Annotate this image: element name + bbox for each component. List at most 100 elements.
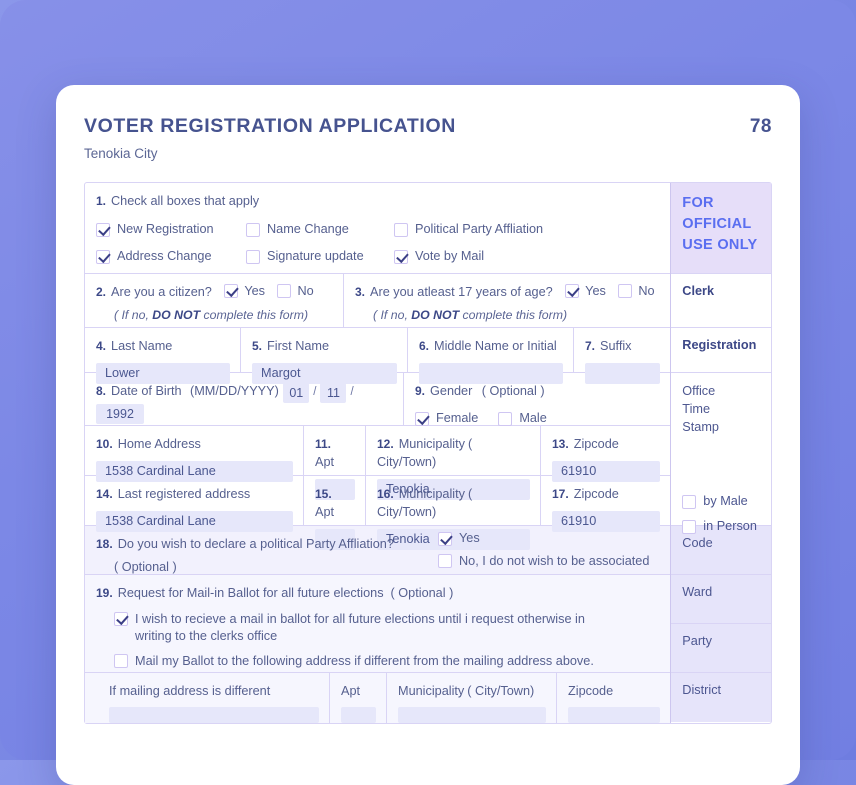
name-fields-row: 4. Last Name Lower 5. First Name Margot 6.… [85,328,671,384]
official-party-field[interactable]: Party [671,624,771,673]
mailing-apt-cell: Apt [329,673,386,723]
last-registered-address-row: 14. Last registered address 1538 Cardinal… [85,476,671,550]
checkbox-label: Vote by Mail [415,248,485,263]
question-6-cell: 6. Middle Name or Initial [407,328,573,384]
form-subtitle: Tenokia City [84,146,158,161]
mailing-address-input[interactable] [109,707,319,723]
checkbox-name-change[interactable]: Name Change [246,222,394,238]
mailing-apt-input[interactable] [341,707,376,723]
checkbox-icon[interactable] [96,222,110,237]
question-18-options: Yes No, I do not wish to be associated [427,526,670,574]
question-19-options: I wish to recieve a mail in ballot for a… [96,611,660,669]
registration-form-table: 1. Check all boxes that apply New Registr… [84,182,772,724]
question-16-label: Municipality [398,487,465,501]
question-2-yes[interactable]: Yes [224,284,265,298]
question-1-number: 1. [96,194,107,208]
question-18-row: 18. Do you wish to declare a political Pa… [85,526,671,576]
question-19-number: 19. [96,586,113,600]
checkbox-mail-ballot-other-address[interactable]: Mail my Ballot to the following address … [114,653,660,670]
checkbox-by-mail[interactable]: by Male [682,494,760,510]
checkbox-label: Signature update [267,248,364,263]
checkbox-in-person[interactable]: in Person [682,519,760,535]
question-8-number: 8. [96,384,107,398]
mailing-municipality-label: Municipality [398,684,465,698]
mailing-municipality-input[interactable] [398,707,546,723]
checkbox-label: Mail my Ballot to the following address … [135,653,594,668]
checkbox-icon[interactable] [246,222,260,237]
question-18-label: Do you wish to declare a political Party… [117,537,394,551]
checkbox-new-registration[interactable]: New Registration [96,222,246,238]
dob-day-input[interactable]: 11 [320,383,347,403]
checkbox-party-no[interactable]: No, I do not wish to be associated [438,554,660,570]
checkbox-icon[interactable] [277,284,292,298]
question-16-number: 16. [377,487,394,501]
official-clerk-field[interactable]: Clerk [671,274,771,328]
checkbox-signature-update[interactable]: Signature update [246,249,394,265]
question-1-cell: 1. Check all boxes that apply New Registr… [85,183,670,273]
checkbox-icon[interactable] [114,653,128,668]
checkbox-label: Name Change [267,222,349,236]
official-banner-line-2: OFFICIAL [682,216,752,233]
checkbox-icon[interactable] [114,612,128,626]
checkbox-icon[interactable] [682,520,697,535]
mailing-zipcode-input[interactable] [568,707,661,723]
checkbox-icon[interactable] [498,411,513,426]
gender-options: Female Male [415,411,660,427]
question-11-cell: 11. Apt [303,426,365,500]
checkbox-vote-by-mail[interactable]: Vote by Mail [394,249,660,265]
checkbox-icon[interactable] [682,495,697,510]
checkbox-political-party-affliation[interactable]: Political Party Affliation [394,222,660,238]
checkbox-label: Female [436,411,479,425]
checkbox-icon[interactable] [438,531,452,546]
official-time-stamp-field[interactable]: Office Time Stamp by Male in Person [671,373,771,535]
checkbox-icon[interactable] [224,284,239,298]
stamp-delivery-options: by Male in Person [682,494,760,535]
checkbox-address-change[interactable]: Address Change [96,249,246,265]
checkbox-icon[interactable] [246,249,260,264]
official-registration-field[interactable]: Registration [671,328,771,373]
question-6-label: Middle Name or Initial [434,339,557,353]
mailing-address-row: If mailing address is different Apt Muni… [85,673,671,723]
question-3-label: Are you atleast 17 years of age? [370,285,553,299]
question-3-number: 3. [355,285,366,299]
checkbox-icon[interactable] [394,249,408,264]
question-1-row: 1. Check all boxes that apply New Registr… [85,183,671,274]
checkbox-mail-ballot-future[interactable]: I wish to recieve a mail in ballot for a… [114,611,660,645]
question-15-number: 15. [315,487,332,501]
checkbox-icon[interactable] [394,222,408,237]
official-district-field[interactable]: District [671,673,771,722]
question-5-number: 5. [252,339,263,353]
question-3-yes[interactable]: Yes [565,284,606,298]
checkbox-label: Male [519,411,547,425]
question-18-optional-wrap: ( Optional ) [96,558,417,576]
question-14-cell: 14. Last registered address 1538 Cardinal… [85,476,303,532]
checkbox-gender-female[interactable]: Female [415,411,478,427]
question-2-number: 2. [96,285,107,299]
checkbox-label: No [638,284,655,298]
question-3-cell: 3. Are you atleast 17 years of age? Yes N… [343,274,670,327]
dob-gender-row: 8. Date of Birth (MM/DD/YYYY) 01/11/1992 … [85,373,671,427]
question-2-no[interactable]: No [277,284,314,298]
question-4-number: 4. [96,339,107,353]
form-card: VOTER REGISTRATION APPLICATION 78 Tenoki… [56,85,800,785]
question-3-no[interactable]: No [618,284,655,298]
question-17-number: 17. [552,487,569,501]
question-11-number: 11. [315,437,332,451]
checkbox-label: New Registration [117,222,214,236]
checkbox-icon[interactable] [565,284,580,298]
official-ward-field[interactable]: Ward [671,575,771,624]
question-1-label: Check all boxes that apply [111,194,260,208]
checkbox-icon[interactable] [415,411,429,426]
checkbox-icon[interactable] [618,284,633,298]
page-number: 78 [749,116,772,137]
question-9-number: 9. [415,384,426,398]
mailing-address-label: If mailing address is different [109,684,271,698]
dob-year-input[interactable]: 1992 [96,404,144,424]
dob-month-input[interactable]: 01 [283,383,310,403]
mailing-apt-label: Apt [341,684,361,698]
checkbox-icon[interactable] [96,249,110,264]
checkbox-gender-male[interactable]: Male [498,411,547,427]
official-use-column: FOR OFFICIAL USE ONLY Clerk Registration… [671,183,771,723]
checkbox-party-yes[interactable]: Yes [438,531,660,547]
checkbox-icon[interactable] [438,554,452,569]
